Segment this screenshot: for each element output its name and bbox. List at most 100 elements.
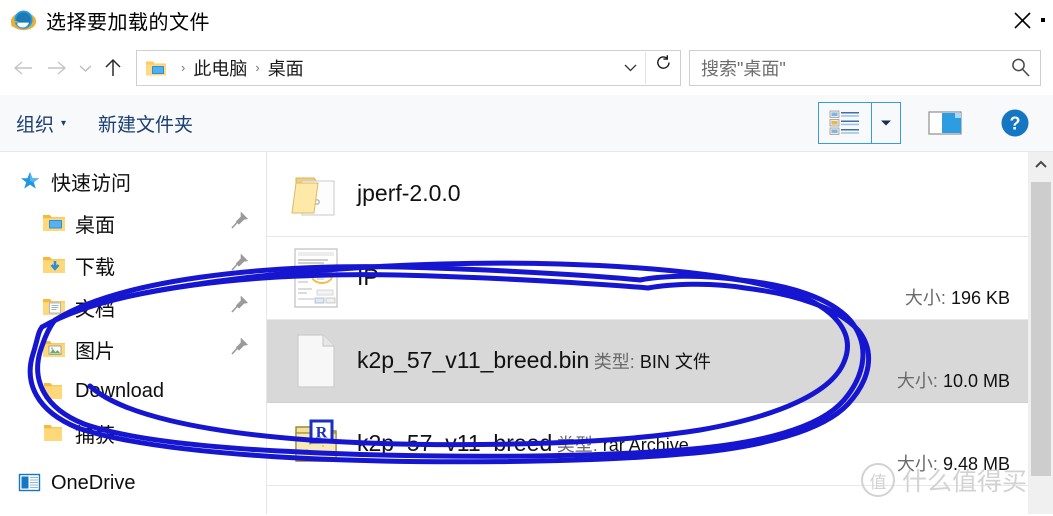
content-view-icon[interactable] <box>819 103 871 143</box>
sidebar-label: Download <box>75 379 164 402</box>
search-input[interactable]: 搜索"桌面" <box>690 55 1000 81</box>
preview-pane-button[interactable] <box>919 102 971 144</box>
breadcrumb-this-pc[interactable]: 此电脑 <box>193 55 247 81</box>
svg-text:R: R <box>316 425 328 442</box>
file-open-dialog: 选择要加载的文件 › 此电脑 › 桌面 搜索"桌面" 组织 ▾ 新建文件夹 ? … <box>0 0 1053 514</box>
sidebar-label: 捕获 <box>75 424 115 447</box>
file-type-label: 类型: <box>556 435 598 455</box>
star-icon <box>18 170 42 192</box>
file-info: IP <box>347 264 905 291</box>
navigation-bar: › 此电脑 › 桌面 搜索"桌面" <box>0 40 1053 95</box>
file-list-item-k2p-bin[interactable]: k2p_57_v11_breed.bin 类型: BIN 文件 大小: 10.0… <box>267 320 1028 403</box>
new-folder-button[interactable]: 新建文件夹 <box>98 110 193 137</box>
sidebar-label: 图片 <box>75 340 115 363</box>
file-size-value: 9.48 MB <box>942 454 1010 474</box>
organize-button[interactable]: 组织 ▾ <box>16 110 66 137</box>
sidebar-item-quick-access[interactable]: 快速访问 <box>0 160 266 202</box>
sidebar-label: OneDrive <box>51 471 136 494</box>
file-type: 类型: rar Archive <box>557 435 689 455</box>
file-size: 大小: 9.48 MB <box>897 450 1028 485</box>
sidebar-label: 快速访问 <box>51 172 131 195</box>
folder-icon <box>285 169 347 219</box>
file-list-item-jperf[interactable]: jperf-2.0.0 <box>267 152 1028 237</box>
sidebar-item-pictures[interactable]: 图片 <box>0 328 266 370</box>
sidebar-item-download[interactable]: Download <box>0 370 266 412</box>
sidebar-item-desktop[interactable]: 桌面 <box>0 202 266 244</box>
sidebar-item-capture[interactable]: 捕获 <box>0 412 266 454</box>
file-name: IP <box>357 264 379 291</box>
file-type: 类型: BIN 文件 <box>594 352 711 372</box>
pin-icon[interactable] <box>230 295 249 319</box>
file-name: k2p_57_v11_breed <box>357 430 553 456</box>
file-list-item-ip[interactable]: IP 大小: 196 KB <box>267 237 1028 320</box>
file-type-value: BIN 文件 <box>639 352 711 372</box>
sidebar-label: 文档 <box>75 298 115 321</box>
internet-explorer-icon <box>10 7 37 34</box>
file-name: jperf-2.0.0 <box>357 180 461 207</box>
sidebar-label: 桌面 <box>75 214 115 237</box>
file-size-label: 大小: <box>896 454 938 474</box>
onedrive-icon <box>18 472 42 494</box>
file-list-item-k2p-rar[interactable]: R k2p_57_v11_breed 类型: rar Archive 大小: 9… <box>267 403 1028 486</box>
address-bar[interactable]: › 此电脑 › 桌面 <box>136 49 681 86</box>
winrar-archive-icon: R <box>285 419 347 469</box>
desktop-folder-icon <box>145 58 167 78</box>
file-info: k2p_57_v11_breed 类型: rar Archive <box>347 430 897 457</box>
search-icon[interactable] <box>1000 57 1040 78</box>
file-info: jperf-2.0.0 <box>347 180 1028 207</box>
pin-icon[interactable] <box>230 337 249 361</box>
sidebar-item-onedrive[interactable]: OneDrive <box>0 462 266 504</box>
view-mode-group[interactable] <box>818 102 901 144</box>
help-button[interactable]: ? <box>993 102 1037 144</box>
command-bar: 组织 ▾ 新建文件夹 ? <box>0 95 1053 152</box>
folder-icon <box>42 422 66 444</box>
breadcrumb-desktop[interactable]: 桌面 <box>268 55 304 81</box>
title-bar: 选择要加载的文件 <box>0 0 1053 40</box>
recent-locations-button[interactable] <box>74 51 96 85</box>
file-type-label: 类型: <box>593 352 635 372</box>
organize-label: 组织 <box>16 114 55 136</box>
dialog-body: 快速访问 桌面 下载 文档 图片 Download 捕获 OneDrive jp… <box>0 152 1053 514</box>
scroll-up-button[interactable] <box>1029 152 1053 176</box>
vertical-scrollbar[interactable] <box>1028 152 1053 514</box>
scrollbar-thumb[interactable] <box>1031 182 1051 476</box>
pin-icon[interactable] <box>230 253 249 277</box>
documents-folder-icon <box>42 296 66 318</box>
close-button[interactable] <box>1005 7 1039 33</box>
sidebar-label: 下载 <box>75 256 115 279</box>
downloads-folder-icon <box>42 254 66 276</box>
folder-icon <box>42 380 66 402</box>
window-title: 选择要加载的文件 <box>46 11 210 34</box>
file-list: jperf-2.0.0 IP 大小: 196 KB k2p_57_v11_bre… <box>267 152 1028 514</box>
svg-text:?: ? <box>1010 114 1021 134</box>
navigation-pane: 快速访问 桌面 下载 文档 图片 Download 捕获 OneDrive <box>0 152 267 514</box>
file-size-label: 大小: <box>896 371 938 391</box>
cursor-artifact <box>1041 18 1045 22</box>
file-size: 大小: 196 KB <box>905 284 1028 319</box>
breadcrumb-separator: › <box>181 60 186 75</box>
file-size-value: 10.0 MB <box>942 371 1010 391</box>
refresh-icon[interactable] <box>645 51 680 84</box>
pin-icon[interactable] <box>230 211 249 235</box>
new-folder-label: 新建文件夹 <box>98 114 194 136</box>
pictures-folder-icon <box>42 338 66 360</box>
back-button[interactable] <box>6 51 40 85</box>
chevron-down-icon: ▾ <box>61 117 67 129</box>
sidebar-item-downloads[interactable]: 下载 <box>0 244 266 286</box>
blank-document-icon <box>285 333 347 389</box>
file-size-label: 大小: <box>904 288 946 308</box>
search-box[interactable]: 搜索"桌面" <box>689 49 1041 86</box>
file-info: k2p_57_v11_breed.bin 类型: BIN 文件 <box>347 347 897 374</box>
desktop-folder-icon <box>42 212 66 234</box>
file-size-value: 196 KB <box>950 288 1010 308</box>
sidebar-item-documents[interactable]: 文档 <box>0 286 266 328</box>
file-size: 大小: 10.0 MB <box>897 367 1028 402</box>
file-type-value: rar Archive <box>602 435 689 455</box>
file-name: k2p_57_v11_breed.bin <box>357 347 590 373</box>
image-thumbnail-icon <box>285 248 347 308</box>
up-button[interactable] <box>96 51 130 85</box>
chevron-down-icon[interactable] <box>615 60 645 75</box>
forward-button[interactable] <box>40 51 74 85</box>
view-mode-dropdown[interactable] <box>871 103 900 143</box>
breadcrumb-separator: › <box>255 60 260 75</box>
